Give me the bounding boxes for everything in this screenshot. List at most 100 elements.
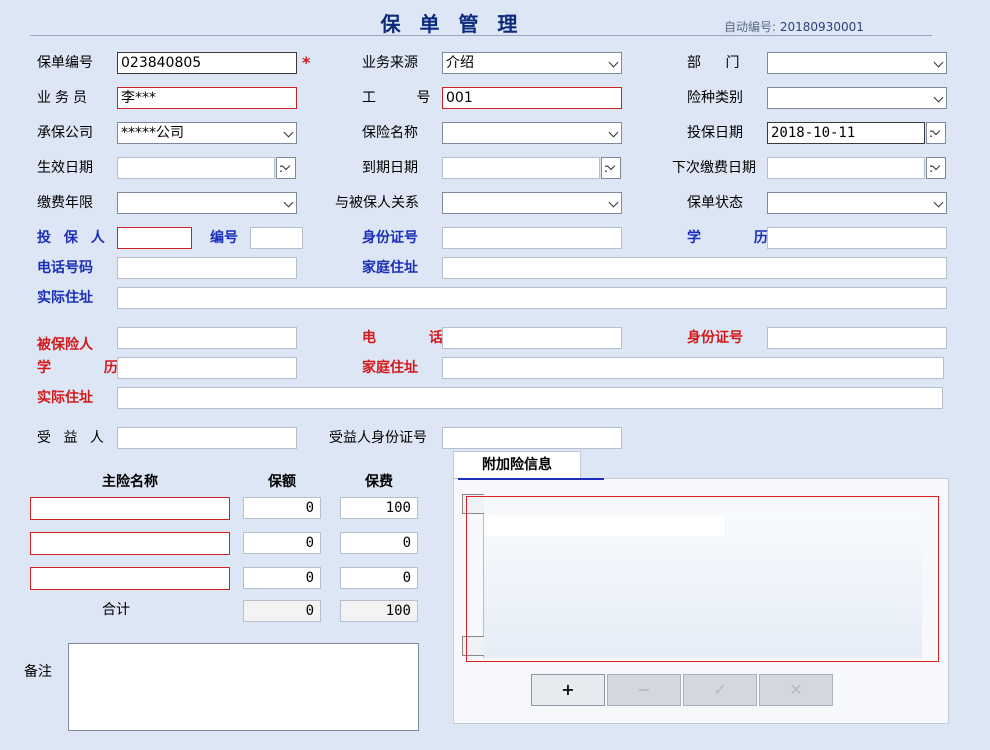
total-coverage: 0 (243, 600, 321, 622)
coverage-field-1[interactable]: 0 (243, 497, 321, 519)
main-name-field-3[interactable] (30, 567, 230, 590)
policy-no-field[interactable]: 023840805 (117, 52, 297, 74)
next-payment-date-field[interactable] (767, 157, 925, 179)
department-label: 部 门 (687, 55, 750, 71)
ins-edu-field[interactable] (117, 357, 297, 379)
beneficiary-id-field[interactable] (442, 427, 622, 449)
expiry-date-field[interactable] (442, 157, 600, 179)
payment-years-select[interactable] (117, 192, 297, 214)
insurance-name-select[interactable] (442, 122, 622, 144)
ins-phone-field[interactable] (442, 327, 622, 349)
insurer-select[interactable]: *****公司 (117, 122, 297, 144)
auto-number: 自动编号: 20180930001 (724, 18, 864, 35)
home-addr-field[interactable] (442, 257, 947, 279)
job-no-field[interactable]: 001 (442, 87, 622, 109)
premium-field-3[interactable]: 0 (340, 567, 418, 589)
id-no-label: 身份证号 (362, 230, 418, 246)
coverage-field-3[interactable]: 0 (243, 567, 321, 589)
relation-label: 与被保人关系 (335, 195, 419, 211)
apply-date-field[interactable]: 2018-10-11 (767, 122, 925, 144)
apply-date-label: 投保日期 (687, 125, 743, 141)
policy-status-select[interactable] (767, 192, 947, 214)
coverage-header: 保额 (268, 474, 296, 490)
actual-addr-field[interactable] (117, 287, 947, 309)
insurer-value: *****公司 (121, 125, 184, 141)
code-field[interactable] (250, 227, 303, 249)
ins-actual-label: 实际住址 (37, 390, 93, 406)
insured-field[interactable] (117, 327, 297, 349)
policy-no-label: 保单编号 (37, 55, 93, 71)
beneficiary-id-label: 受益人身份证号 (329, 430, 427, 446)
insurance-type-select[interactable] (767, 87, 947, 109)
main-name-field-2[interactable] (30, 532, 230, 555)
colon-icon: : (279, 161, 284, 175)
chevron-down-icon (608, 197, 619, 208)
ins-id-field[interactable] (767, 327, 947, 349)
home-addr-label: 家庭住址 (362, 260, 418, 276)
colon-icon: : (929, 126, 934, 140)
main-name-header: 主险名称 (102, 474, 158, 490)
colon-icon: : (604, 161, 609, 175)
premium-header: 保费 (365, 474, 393, 490)
coverage-field-2[interactable]: 0 (243, 532, 321, 554)
actual-addr-label: 实际住址 (37, 290, 93, 306)
ins-home-label: 家庭住址 (362, 360, 418, 376)
remove-button[interactable]: − (607, 674, 681, 706)
chevron-down-icon (283, 127, 294, 138)
insurer-label: 承保公司 (37, 125, 93, 141)
beneficiary-field[interactable] (117, 427, 297, 449)
next-payment-date-picker[interactable]: : (926, 157, 946, 179)
relation-select[interactable] (442, 192, 622, 214)
insurance-type-label: 险种类别 (687, 90, 743, 106)
confirm-button[interactable]: ✓ (683, 674, 757, 706)
biz-source-select[interactable]: 介绍 (442, 52, 622, 74)
policyholder-label: 投 保 人 (37, 230, 109, 246)
policy-status-label: 保单状态 (687, 195, 743, 211)
job-no-label: 工 号 (362, 90, 449, 106)
chevron-down-icon (608, 57, 619, 68)
auto-number-label: 自动编号: (724, 20, 777, 34)
chevron-down-icon (608, 127, 619, 138)
tab-underline (458, 478, 604, 480)
phone-field[interactable] (117, 257, 297, 279)
premium-field-1[interactable]: 100 (340, 497, 418, 519)
education-field[interactable] (767, 227, 947, 249)
beneficiary-label: 受 益 人 (37, 430, 108, 446)
chevron-down-icon (933, 197, 944, 208)
phone-label: 电话号码 (37, 260, 93, 276)
effective-date-label: 生效日期 (37, 160, 93, 176)
ins-home-field[interactable] (442, 357, 944, 379)
required-mark: * (302, 53, 311, 72)
biz-source-value: 介绍 (446, 55, 474, 71)
premium-field-2[interactable]: 0 (340, 532, 418, 554)
tab-rider-info[interactable]: 附加险信息 (453, 451, 581, 478)
payment-years-label: 缴费年限 (37, 195, 93, 211)
colon-icon: : (929, 161, 934, 175)
auto-number-value: 20180930001 (779, 20, 864, 34)
total-label: 合计 (102, 602, 130, 618)
policyholder-field[interactable] (117, 227, 192, 249)
department-select[interactable] (767, 52, 947, 74)
apply-date-picker[interactable]: : (926, 122, 946, 144)
ins-actual-field[interactable] (117, 387, 943, 409)
agent-field[interactable]: 李*** (117, 87, 297, 109)
memo-textarea[interactable] (68, 643, 419, 731)
id-no-field[interactable] (442, 227, 622, 249)
chevron-down-icon (933, 92, 944, 103)
next-payment-date-label: 下次缴费日期 (672, 160, 756, 176)
cancel-button[interactable]: ✕ (759, 674, 833, 706)
rider-grid-border (466, 496, 939, 662)
add-button[interactable]: + (531, 674, 605, 706)
insured-label: 被保险人 (37, 337, 93, 353)
ins-id-label: 身份证号 (687, 330, 743, 346)
memo-label: 备注 (24, 664, 52, 680)
header-divider (30, 35, 932, 36)
main-name-field-1[interactable] (30, 497, 230, 520)
effective-date-field[interactable] (117, 157, 275, 179)
expiry-date-label: 到期日期 (362, 160, 418, 176)
chevron-down-icon (933, 57, 944, 68)
expiry-date-picker[interactable]: : (601, 157, 621, 179)
insurance-name-label: 保险名称 (362, 125, 418, 141)
code-label: 编号 (210, 230, 238, 246)
effective-date-picker[interactable]: : (276, 157, 296, 179)
